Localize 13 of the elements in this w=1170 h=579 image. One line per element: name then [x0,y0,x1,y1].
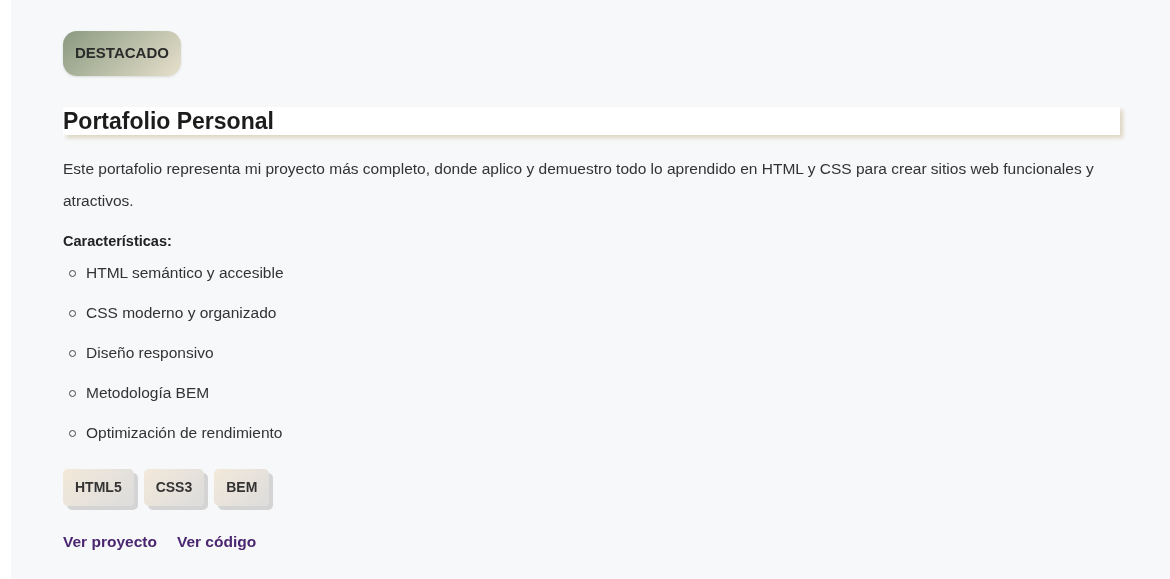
featured-badge: DESTACADO [63,31,181,76]
features-heading: Características: [63,231,173,251]
tech-tag: CSS3 [143,469,205,507]
tech-tag: BEM [214,469,270,507]
feature-item: Metodología BEM [86,383,210,404]
feature-item: Diseño responsivo [86,343,214,364]
project-link[interactable]: Ver código [176,530,257,554]
project-title: Portafolio Personal [63,106,1120,135]
feature-item: HTML semántico y accesible [86,263,284,284]
project-description: Este portafolio representa mi proyecto más completo, donde aplico y demuestro todo lo aprendido en HTML y CSS para crear sitios web funcionales y atractivos. [63,158,1095,211]
project-link[interactable]: Ver proyecto [63,530,157,554]
feature-item: Optimización de rendimiento [86,423,283,444]
feature-item: CSS moderno y organizado [86,303,277,324]
